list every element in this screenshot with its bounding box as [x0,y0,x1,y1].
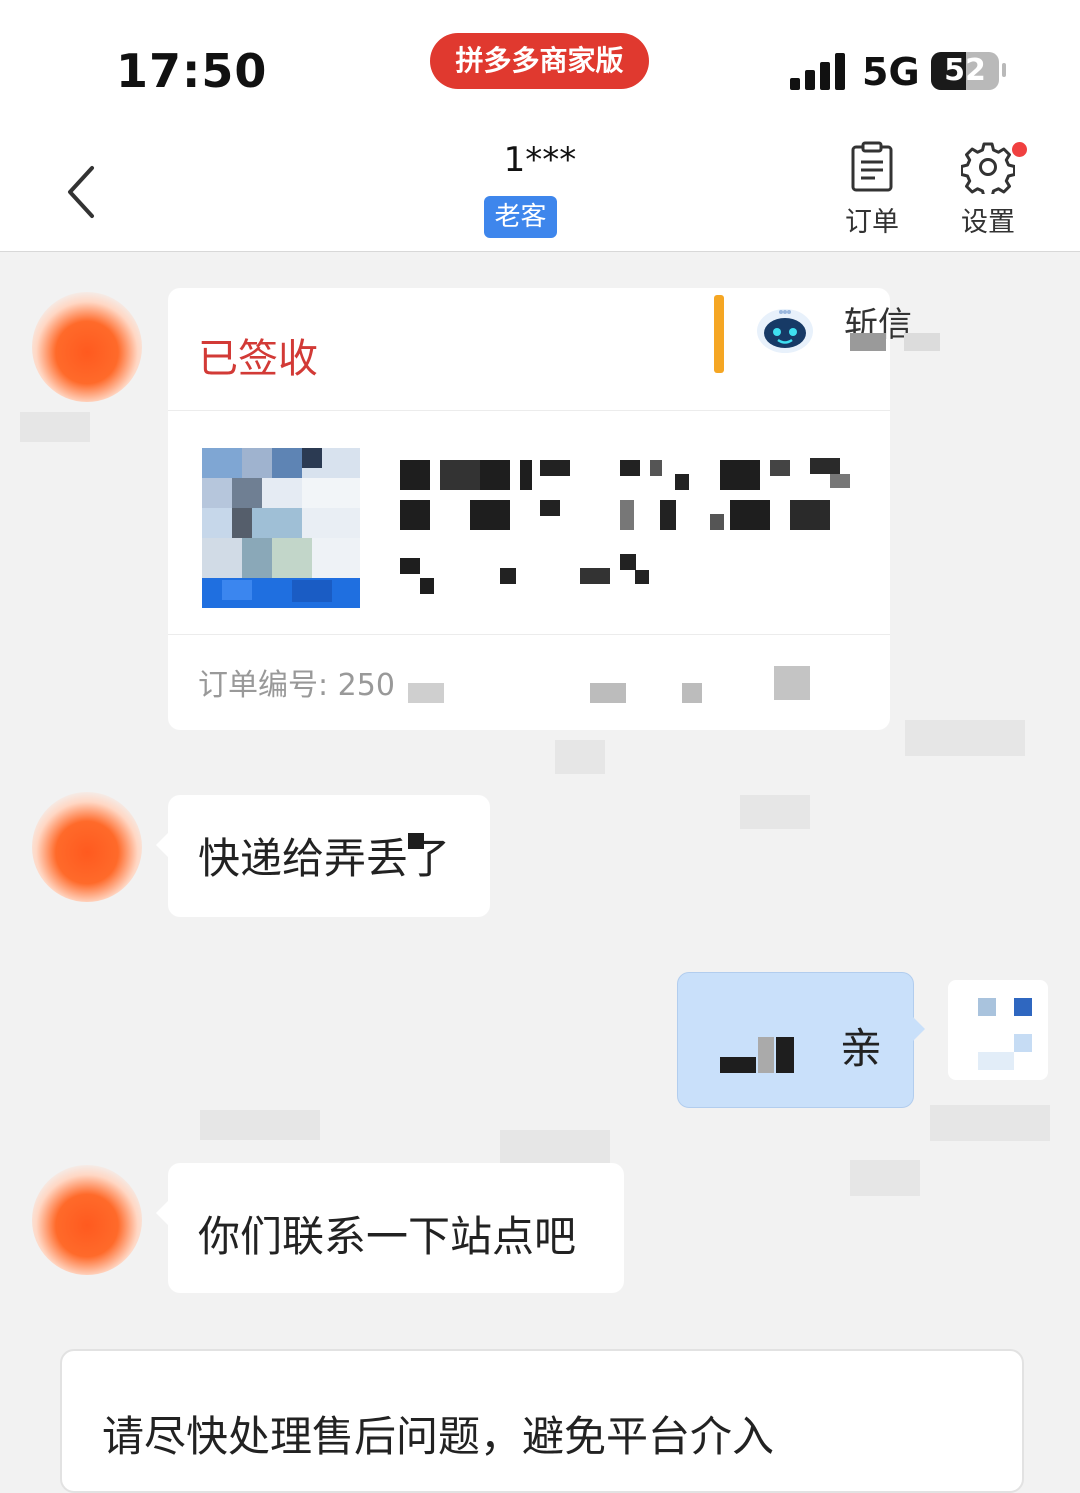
customer-avatar[interactable] [32,292,142,402]
pixelated-image [202,448,360,608]
message-text: 亲 [840,1024,883,1073]
signal-icon [790,52,846,90]
my-message-bubble[interactable]: 亲 [677,972,925,1108]
battery-level: 52 [944,53,986,88]
mosaic-block [776,1037,794,1073]
settings-button[interactable]: 设置 [943,140,1033,239]
product-thumbnail[interactable] [202,448,360,608]
mosaic-block [1014,1034,1032,1052]
mosaic-block [555,740,605,774]
divider [168,410,890,411]
notice-text: 请尽快处理售后问题，避免平台介入 [102,1412,775,1461]
mosaic-block [930,1105,1050,1141]
mosaic-block [905,720,1025,756]
mosaic-block [20,412,90,442]
mosaic-block [500,1130,610,1164]
mosaic-block [904,333,940,351]
my-avatar[interactable] [948,980,1048,1080]
mosaic-block [758,1037,774,1073]
customer-avatar[interactable] [32,1165,142,1275]
robot-icon [757,309,813,353]
gear-icon [961,142,1015,194]
ai-assistant-tag[interactable]: 斩信 [712,295,940,375]
mosaic-block [850,333,886,351]
mosaic-block [1014,998,1032,1016]
mosaic-block [978,1052,1014,1070]
mosaic-block [774,666,810,700]
battery-tip [1002,63,1006,77]
message-text: 你们联系一下站点吧 [198,1212,577,1261]
mosaic-block [200,1110,320,1140]
divider [168,634,890,635]
network-type: 5G [862,50,920,94]
clipboard-icon [851,141,893,192]
order-button[interactable]: 订单 [827,140,917,239]
after-sales-notice: 请尽快处理售后问题，避免平台介入 [60,1349,1024,1493]
mosaic-block [682,683,702,703]
chat-header: 1*** 老客 订单 设置 [0,130,1080,252]
settings-button-label: 设置 [961,207,1015,238]
mosaic-block [720,1057,756,1073]
message-bubble[interactable]: 快递给弄丢了 [156,795,490,917]
customer-avatar[interactable] [32,792,142,902]
status-time: 17:50 [116,44,268,98]
customer-name: 1*** [503,140,577,180]
order-number[interactable]: 订单编号: 250 [198,660,395,704]
highlight-bar [714,295,724,373]
app-name-pill[interactable]: 拼多多商家版 [430,33,649,89]
mosaic-block [408,833,424,849]
notification-dot [1012,142,1027,157]
mosaic-block [978,998,996,1016]
battery-icon: 52 [931,52,999,90]
mosaic-block [850,1160,920,1196]
mosaic-block [408,683,444,703]
mosaic-block [740,795,810,829]
status-bar: 17:50 拼多多商家版 5G 52 [0,0,1080,130]
product-title-redacted [400,458,850,594]
order-button-label: 订单 [845,207,899,238]
mosaic-block [590,683,626,703]
customer-tag-badge: 老客 [484,196,557,238]
order-status: 已签收 [198,336,318,382]
message-bubble[interactable]: 你们联系一下站点吧 [156,1163,624,1293]
